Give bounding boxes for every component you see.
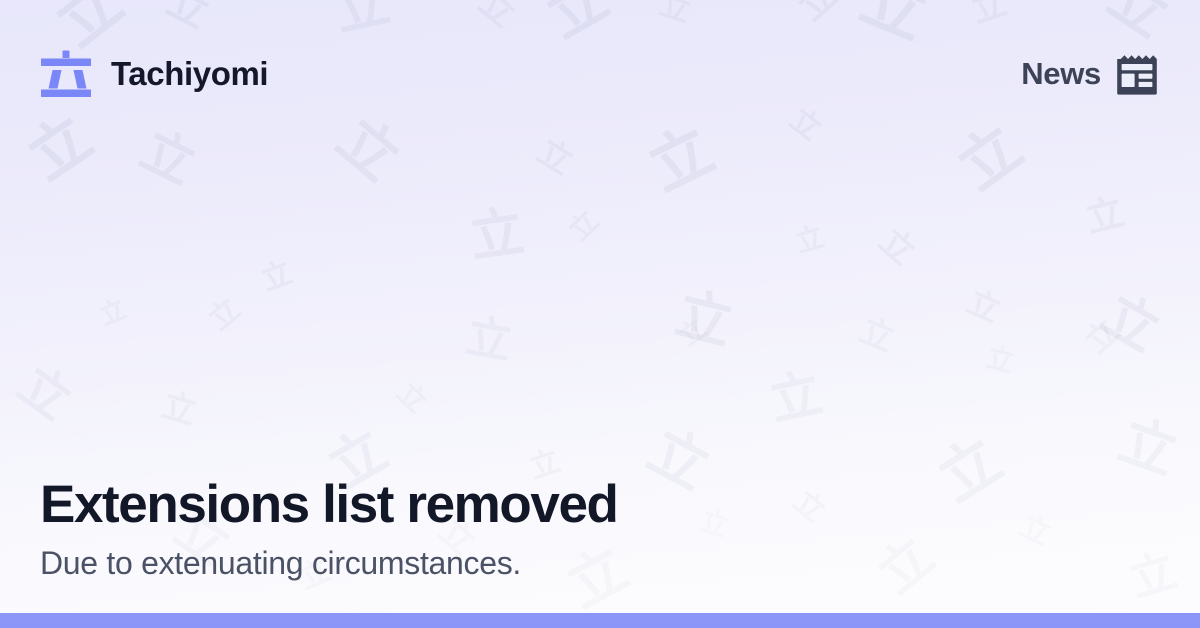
watermark-glyph: 立 — [258, 258, 296, 296]
watermark-glyph: 立 — [96, 296, 130, 330]
watermark-glyph: 立 — [1125, 547, 1182, 604]
watermark-glyph: 立 — [983, 343, 1017, 377]
watermark-glyph: 立 — [10, 358, 80, 428]
watermark-glyph: 立 — [963, 285, 1005, 327]
section-label: News — [1021, 53, 1160, 96]
watermark-glyph: 立 — [564, 206, 604, 246]
watermark-glyph: 立 — [929, 429, 1012, 512]
watermark-glyph: 立 — [640, 420, 718, 498]
watermark-glyph: 立 — [158, 388, 200, 430]
watermark-glyph: 立 — [873, 223, 921, 271]
newspaper-icon — [1117, 54, 1157, 95]
watermark-glyph: 立 — [1079, 313, 1124, 358]
watermark-glyph: 立 — [793, 223, 828, 258]
brand-name: Tachiyomi — [111, 55, 269, 92]
page-subtitle: Due to extenuating circumstances. — [40, 545, 522, 581]
watermark-glyph: 立 — [788, 486, 830, 528]
watermark-glyph: 立 — [696, 506, 731, 541]
watermark-glyph: 立 — [765, 367, 827, 429]
watermark-glyph: 立 — [869, 529, 942, 602]
footer-accent-bar — [0, 613, 1200, 628]
watermark-glyph: 立 — [855, 313, 899, 357]
watermark-glyph: 立 — [1082, 192, 1128, 238]
page-title: Extensions list removed — [40, 474, 619, 534]
section-label-text: News — [1021, 56, 1101, 91]
watermark-glyph: 立 — [466, 200, 528, 270]
watermark-glyph: 立 — [1092, 282, 1170, 364]
main-content: Extensions list removed Due to extenuati… — [40, 474, 619, 583]
social-card: 立立立立立立立立立立立立立立立立立立立立立立立立立立立立立立立立立立立立立立立立… — [0, 0, 1200, 628]
watermark-glyph: 立 — [669, 281, 739, 358]
watermark-glyph: 立 — [462, 312, 515, 365]
watermark-glyph: 立 — [1015, 511, 1055, 551]
watermark-glyph: 立 — [204, 294, 246, 336]
tachiyomi-tatsu-logo-icon — [41, 50, 91, 97]
watermark-glyph: 立 — [1112, 412, 1184, 484]
watermark-glyph: 立 — [392, 378, 432, 418]
page-header: Tachiyomi News — [0, 0, 1200, 148]
watermark-glyph: 立 — [675, 315, 711, 351]
brand-lockup: Tachiyomi — [40, 50, 269, 98]
